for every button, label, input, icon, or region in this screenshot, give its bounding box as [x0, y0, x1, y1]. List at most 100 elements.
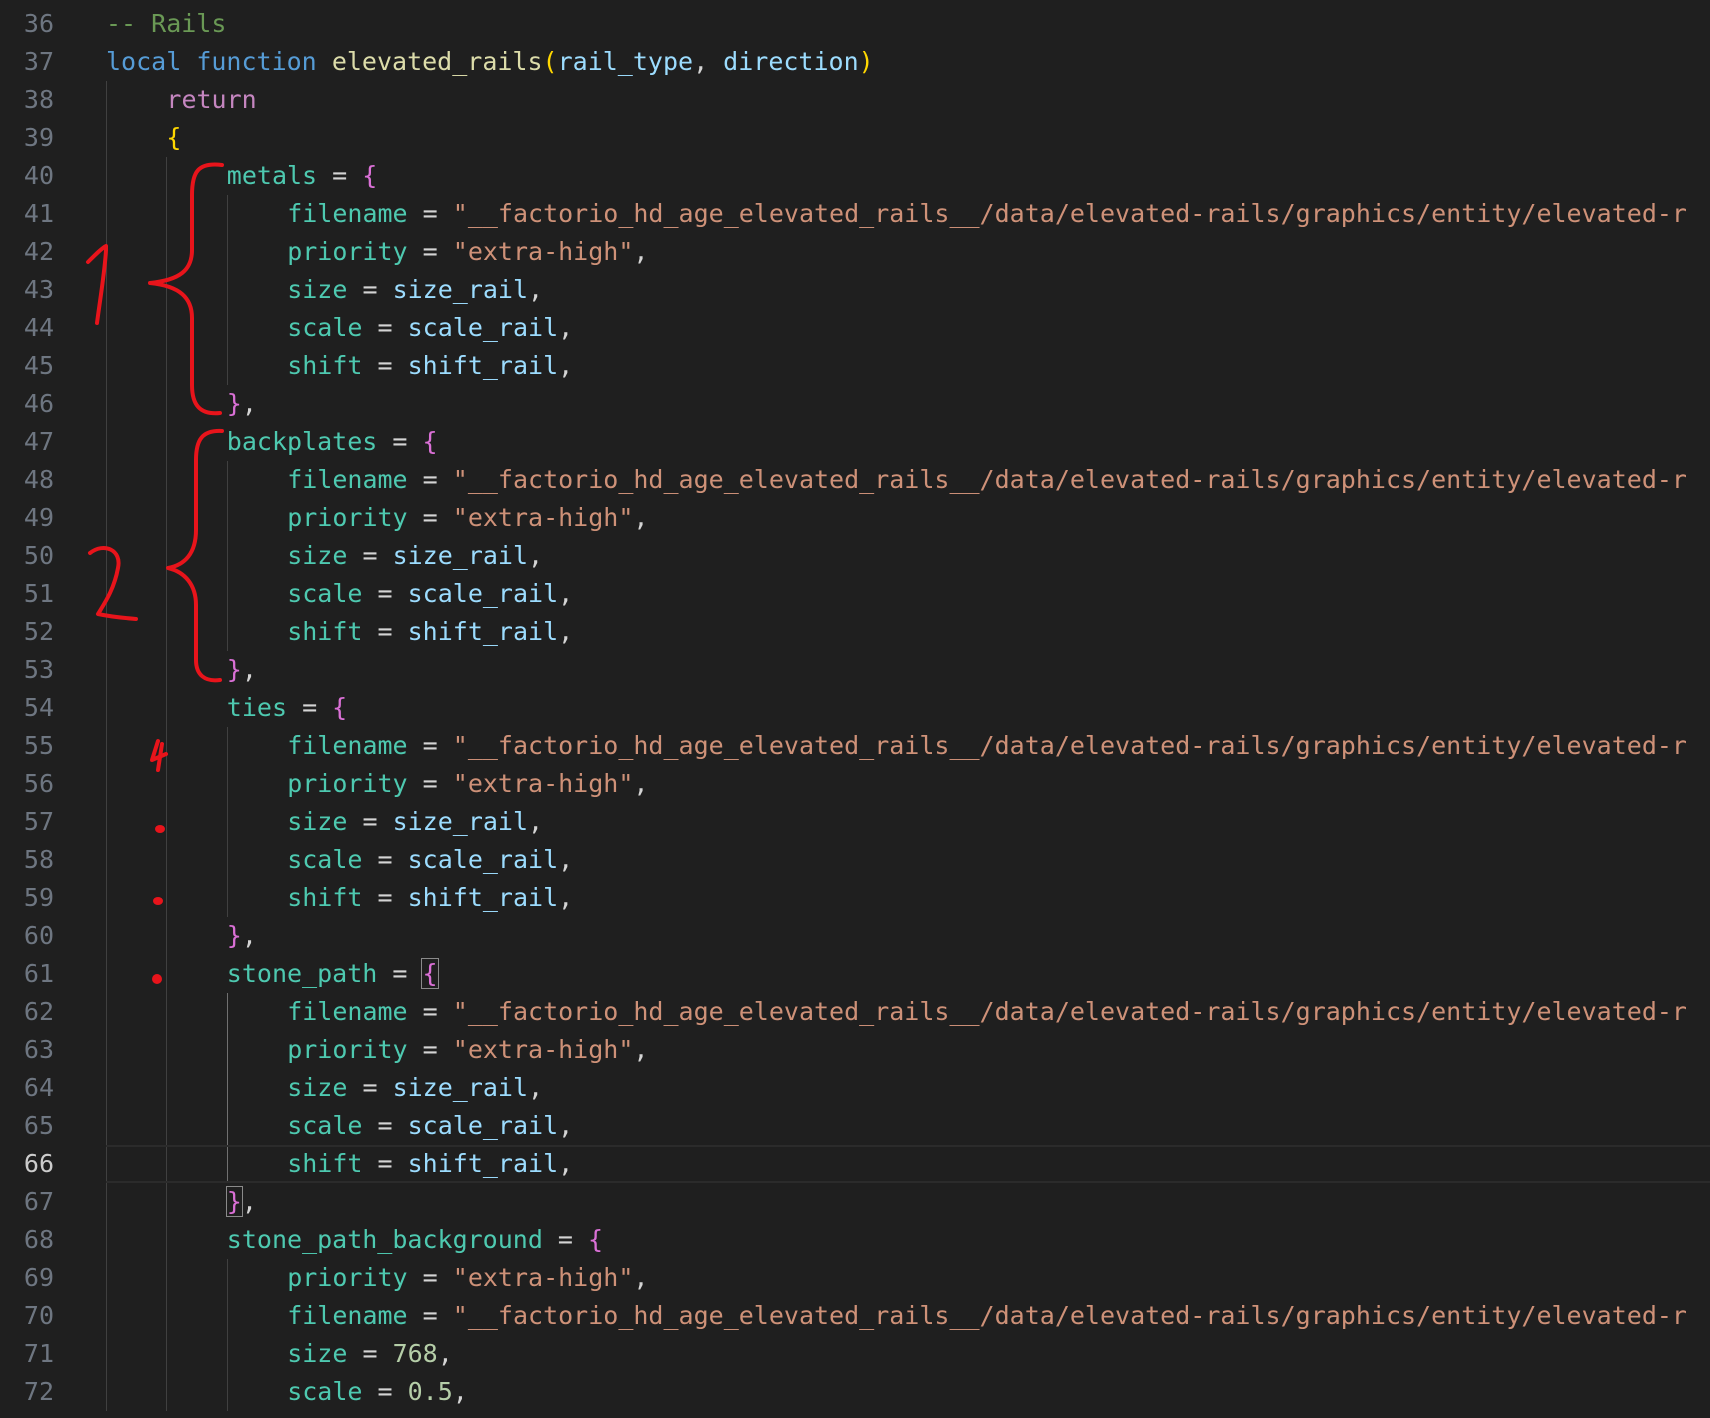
code-token-brace-level1: ( [542, 47, 558, 76]
line-code[interactable]: size = size_rail, [287, 271, 543, 309]
code-token-operator: = [377, 959, 423, 988]
line-number: 65 [23, 1111, 54, 1140]
code-line[interactable]: 53}, [0, 651, 1710, 689]
code-line[interactable]: 63 priority = "extra-high", [0, 1031, 1710, 1069]
line-number: 50 [23, 541, 54, 570]
line-code[interactable]: scale = 0.5, [287, 1373, 468, 1411]
line-code[interactable]: priority = "extra-high", [287, 1031, 648, 1069]
code-line[interactable]: 39 { [0, 119, 1710, 157]
line-code[interactable]: size = size_rail, [287, 1069, 543, 1107]
line-code[interactable]: filename = "__factorio_hd_age_elevated_r… [287, 993, 1687, 1031]
code-editor[interactable]: 36 -- Rails 37 local function elevated_rail… [0, 0, 1710, 1418]
code-line[interactable]: 57 size = size_rail, [0, 803, 1710, 841]
line-code[interactable]: size = 768, [287, 1335, 453, 1373]
code-token-property: priority [287, 237, 408, 266]
line-code[interactable]: }, [227, 385, 257, 423]
code-line[interactable]: 36 -- Rails [0, 5, 1710, 43]
code-line[interactable]: 40 metals = { [0, 157, 1710, 195]
code-line[interactable]: 55 filename = "__factorio_hd_age_elevated… [0, 727, 1710, 765]
code-token-brace-level2: { [332, 693, 348, 722]
code-token-keyword: local [106, 47, 182, 76]
code-line[interactable]: 72 scale = 0.5, [0, 1373, 1710, 1411]
code-token-operator: = [347, 541, 393, 570]
line-code[interactable]: metals = { [227, 157, 378, 195]
line-code[interactable]: scale = scale_rail, [287, 575, 573, 613]
code-token-operator: , [558, 617, 574, 646]
line-code[interactable]: backplates = { [227, 423, 438, 461]
line-code[interactable]: scale = scale_rail, [287, 1107, 573, 1145]
code-line[interactable]: 60}, [0, 917, 1710, 955]
code-line[interactable]: 62 filename = "__factorio_hd_age_elevated… [0, 993, 1710, 1031]
code-line[interactable]: 71 size = 768, [0, 1335, 1710, 1373]
code-line[interactable]: 46}, [0, 385, 1710, 423]
code-line[interactable]: 47 backplates = { [0, 423, 1710, 461]
code-token-property: shift [287, 617, 363, 646]
code-line[interactable]: 42 priority = "extra-high", [0, 233, 1710, 271]
code-line[interactable]: 49 priority = "extra-high", [0, 499, 1710, 537]
line-code[interactable]: priority = "extra-high", [287, 499, 648, 537]
line-code[interactable]: }, [227, 917, 257, 955]
line-code[interactable]: shift = shift_rail, [287, 1145, 573, 1183]
code-token-brace-level2: { [588, 1225, 604, 1254]
line-code[interactable]: priority = "extra-high", [287, 233, 648, 271]
line-code[interactable]: }, [225, 1183, 257, 1221]
code-token-operator: , [528, 807, 544, 836]
code-line[interactable]: 48 filename = "__factorio_hd_age_elevated… [0, 461, 1710, 499]
code-line[interactable]: 68 stone_path_background = { [0, 1221, 1710, 1259]
line-code[interactable]: shift = shift_rail, [287, 879, 573, 917]
line-code[interactable]: ties = { [227, 689, 347, 727]
line-code[interactable]: local function elevated_rails(rail_type,… [106, 43, 874, 81]
line-code[interactable]: filename = "__factorio_hd_age_elevated_r… [287, 727, 1687, 765]
code-line[interactable]: 65 scale = scale_rail, [0, 1107, 1710, 1145]
code-line[interactable]: 70 filename = "__factorio_hd_age_elevated… [0, 1297, 1710, 1335]
line-code[interactable]: shift = shift_rail, [287, 613, 573, 651]
line-code[interactable]: scale = scale_rail, [287, 841, 573, 879]
code-line[interactable]: 66 shift = shift_rail, [0, 1145, 1710, 1183]
line-code[interactable]: filename = "__factorio_hd_age_elevated_r… [287, 195, 1687, 233]
code-token-property: filename [287, 997, 408, 1026]
code-line[interactable]: 41 filename = "__factorio_hd_age_elevated… [0, 195, 1710, 233]
code-token-operator: = [347, 1339, 393, 1368]
code-token-operator: , [558, 313, 574, 342]
code-line[interactable]: 51 scale = scale_rail, [0, 575, 1710, 613]
code-line[interactable]: 50 size = size_rail, [0, 537, 1710, 575]
line-code[interactable]: }, [227, 651, 257, 689]
line-code[interactable]: { [166, 119, 181, 157]
line-code[interactable]: stone_path_background = { [227, 1221, 603, 1259]
code-token-operator: = [407, 199, 453, 228]
line-code[interactable]: scale = scale_rail, [287, 309, 573, 347]
code-line[interactable]: 45 shift = shift_rail, [0, 347, 1710, 385]
line-code[interactable]: size = size_rail, [287, 537, 543, 575]
code-line[interactable]: 56 priority = "extra-high", [0, 765, 1710, 803]
line-code[interactable]: -- Rails [106, 5, 226, 43]
code-token-string: "extra-high" [452, 769, 634, 798]
line-number: 70 [23, 1301, 54, 1330]
code-token-operator: = [362, 579, 408, 608]
code-line[interactable]: 67}, [0, 1183, 1710, 1221]
line-code[interactable]: return [166, 81, 256, 119]
code-token-string: "__factorio_hd_age_elevated_rails__/data… [452, 1301, 1687, 1330]
code-line[interactable]: 44 scale = scale_rail, [0, 309, 1710, 347]
code-token-brace-level2: } [225, 1186, 243, 1217]
code-token-brace-level2: { [362, 161, 378, 190]
code-line[interactable]: 61 stone_path = { [0, 955, 1710, 993]
code-line[interactable]: 37 local function elevated_rails(rail_typ… [0, 43, 1710, 81]
code-token-operator: = [377, 427, 423, 456]
code-line[interactable]: 64 size = size_rail, [0, 1069, 1710, 1107]
line-code[interactable]: shift = shift_rail, [287, 347, 573, 385]
code-token-operator: , [633, 1263, 649, 1292]
line-code[interactable]: filename = "__factorio_hd_age_elevated_r… [287, 1297, 1687, 1335]
line-code[interactable]: priority = "extra-high", [287, 1259, 648, 1297]
code-token-operator: = [362, 1149, 408, 1178]
code-line[interactable]: 59 shift = shift_rail, [0, 879, 1710, 917]
line-code[interactable]: priority = "extra-high", [287, 765, 648, 803]
line-code[interactable]: stone_path = { [227, 955, 439, 993]
code-line[interactable]: 38 return [0, 81, 1710, 119]
code-line[interactable]: 52 shift = shift_rail, [0, 613, 1710, 651]
code-line[interactable]: 69 priority = "extra-high", [0, 1259, 1710, 1297]
code-line[interactable]: 58 scale = scale_rail, [0, 841, 1710, 879]
line-code[interactable]: size = size_rail, [287, 803, 543, 841]
line-code[interactable]: filename = "__factorio_hd_age_elevated_r… [287, 461, 1687, 499]
code-line[interactable]: 54 ties = { [0, 689, 1710, 727]
code-line[interactable]: 43 size = size_rail, [0, 271, 1710, 309]
